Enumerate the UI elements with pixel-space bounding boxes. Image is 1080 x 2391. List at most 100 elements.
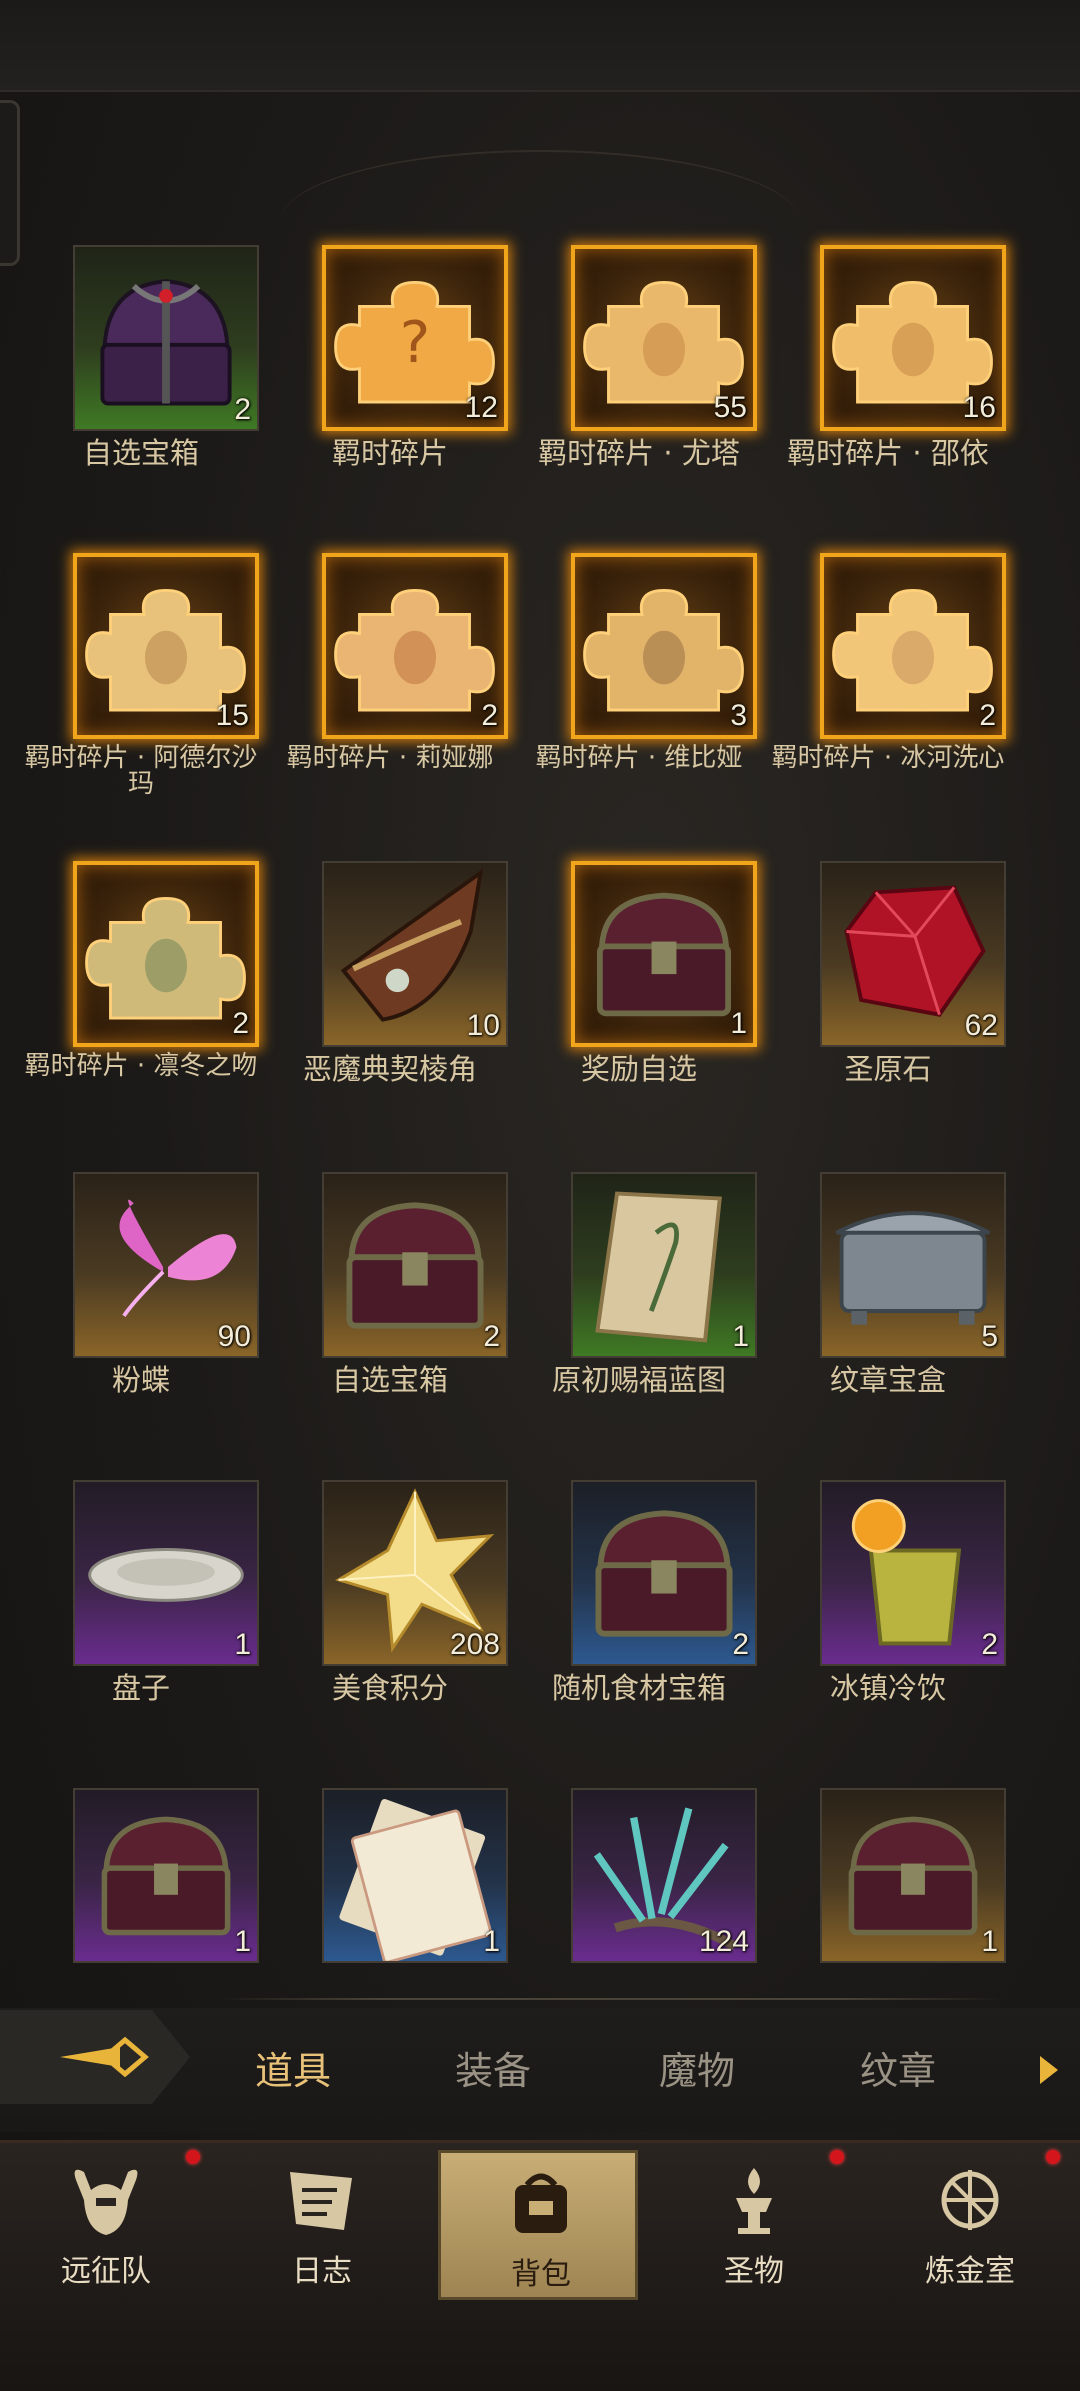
item-frame: 2: [73, 861, 259, 1047]
item-label: 粉蝶: [111, 1363, 170, 1397]
item-label: 圣原石: [844, 1052, 932, 1086]
item-count: 1: [981, 1925, 998, 1958]
item-frame: 2: [322, 553, 508, 739]
item-frame: 2: [820, 553, 1006, 739]
item-frame: 3: [571, 553, 757, 739]
item-label: 恶魔典契棱角: [302, 1052, 477, 1086]
item-count: 16: [962, 391, 996, 424]
item-frame: 208: [322, 1480, 508, 1666]
notification-badge: [830, 2150, 844, 2164]
chest-icon: [595, 1510, 733, 1637]
inventory-item[interactable]: 208 美食积分: [265, 1480, 515, 1780]
item-frame: 2: [820, 1480, 1006, 1666]
scroll-icon: [595, 1191, 722, 1343]
inventory-item[interactable]: 15 羁时碎片 · 阿德尔沙玛: [16, 553, 266, 853]
item-label: 羁时碎片 · 维比娅: [535, 743, 743, 773]
nav-relics[interactable]: 圣物: [654, 2150, 854, 2300]
item-frame: 62: [820, 861, 1006, 1047]
item-count: 15: [215, 699, 249, 732]
inventory-item[interactable]: 2 随机食材宝箱: [514, 1480, 764, 1780]
item-frame: 1: [322, 1788, 508, 1963]
item-count: 62: [964, 1009, 998, 1042]
inventory-item[interactable]: 2 羁时碎片 · 莉娅娜: [265, 553, 515, 853]
item-count: 12: [464, 391, 498, 424]
item-frame: 55: [571, 245, 757, 431]
inventory-item[interactable]: 2 羁时碎片 · 冰河洗心: [763, 553, 1013, 853]
nav-label: 日志: [292, 2254, 352, 2289]
tab-monsters[interactable]: 魔物: [617, 2040, 777, 2095]
inventory-item[interactable]: 2 冰镇冷饮: [763, 1480, 1013, 1780]
inventory-item[interactable]: 3 羁时碎片 · 维比娅: [514, 553, 764, 853]
notification-badge: [1046, 2150, 1060, 2164]
nav-alchemy[interactable]: 炼金室: [870, 2150, 1070, 2300]
inventory-item[interactable]: 2 自选宝箱: [16, 245, 266, 545]
inventory-item[interactable]: 62 圣原石: [763, 861, 1013, 1161]
item-label: 羁时碎片 · 尤塔: [538, 436, 740, 470]
nav-expedition[interactable]: 远征队: [6, 2150, 206, 2300]
relic-icon: [736, 2168, 772, 2234]
inventory-item[interactable]: 2 自选宝箱: [265, 1172, 515, 1472]
inventory-item[interactable]: 2 羁时碎片 · 凛冬之吻: [16, 861, 266, 1161]
nav-journal[interactable]: 日志: [222, 2150, 422, 2300]
item-frame: 2: [322, 1172, 508, 1358]
paper-card-icon: [339, 1799, 492, 1961]
item-count: 2: [981, 1628, 998, 1661]
item-count: 2: [481, 699, 498, 732]
inventory-item[interactable]: 16 羁时碎片 · 邵依: [763, 245, 1013, 545]
puzzle-icon: [583, 589, 744, 712]
item-count: 90: [217, 1320, 251, 1353]
item-label: 羁时碎片 · 凛冬之吻: [24, 1051, 258, 1081]
notification-badge: [186, 2150, 200, 2164]
item-frame: 10: [322, 861, 508, 1047]
item-label: 自选宝箱: [82, 436, 199, 470]
item-label: 原初赐福蓝图: [551, 1363, 726, 1397]
puzzle-icon: [85, 897, 246, 1020]
inventory-item[interactable]: 1 盘子: [16, 1480, 266, 1780]
item-label: 自选宝箱: [331, 1363, 448, 1397]
item-count: 1: [730, 1007, 747, 1040]
chest-icon: [848, 1816, 978, 1936]
inventory-item[interactable]: 1 奖励自选: [514, 861, 764, 1161]
item-frame: 16: [820, 245, 1006, 431]
item-count: 2: [483, 1320, 500, 1353]
nav-label: 炼金室: [925, 2254, 1015, 2289]
item-count: 2: [232, 1007, 249, 1040]
item-count: 2: [732, 1628, 749, 1661]
tab-equipment[interactable]: 装备: [413, 2040, 573, 2095]
item-label: 美食积分: [331, 1671, 448, 1705]
tab-emblems[interactable]: 纹章: [818, 2040, 978, 2095]
item-frame: 15: [73, 553, 259, 739]
tab-items[interactable]: 道具: [213, 2040, 373, 2095]
tab-divider: [220, 1998, 1000, 2000]
plate-icon: [88, 1548, 244, 1602]
drink-icon: [851, 1499, 962, 1646]
item-frame: 5: [820, 1172, 1006, 1358]
inventory-item[interactable]: 55 羁时碎片 · 尤塔: [514, 245, 764, 545]
chest-icon: [346, 1202, 484, 1329]
inventory-item[interactable]: 5 纹章宝盒: [763, 1172, 1013, 1472]
chevron-right-icon[interactable]: [1040, 2056, 1058, 2084]
item-label: 羁时碎片: [331, 436, 448, 470]
item-label: 羁时碎片 · 邵依: [787, 436, 989, 470]
inventory-item[interactable]: 10 恶魔典契棱角: [265, 861, 515, 1161]
item-frame: 2: [571, 1480, 757, 1666]
nav-backpack[interactable]: 背包: [438, 2150, 638, 2300]
item-label: 冰镇冷饮: [829, 1671, 946, 1705]
silver-box-icon: [835, 1211, 991, 1325]
inventory-item[interactable]: 1 原初赐福蓝图: [514, 1172, 764, 1472]
item-count: 55: [713, 391, 747, 424]
item-label: 纹章宝盒: [829, 1363, 946, 1397]
arrow-left-icon: [60, 2036, 149, 2078]
chest-purple-icon: [100, 279, 232, 406]
back-button[interactable]: [0, 2010, 190, 2104]
alchemy-icon: [941, 2170, 999, 2230]
chest-icon: [101, 1816, 231, 1936]
item-label: 盘子: [111, 1671, 170, 1705]
nav-label: 圣物: [724, 2254, 784, 2289]
item-label: 羁时碎片 · 莉娅娜: [286, 743, 494, 773]
item-frame: 90: [73, 1172, 259, 1358]
inventory-item[interactable]: ? 12 羁时碎片: [265, 245, 515, 545]
inventory-item[interactable]: 90 粉蝶: [16, 1172, 266, 1472]
item-frame: 124: [571, 1788, 757, 1963]
item-frame: 1: [73, 1480, 259, 1666]
